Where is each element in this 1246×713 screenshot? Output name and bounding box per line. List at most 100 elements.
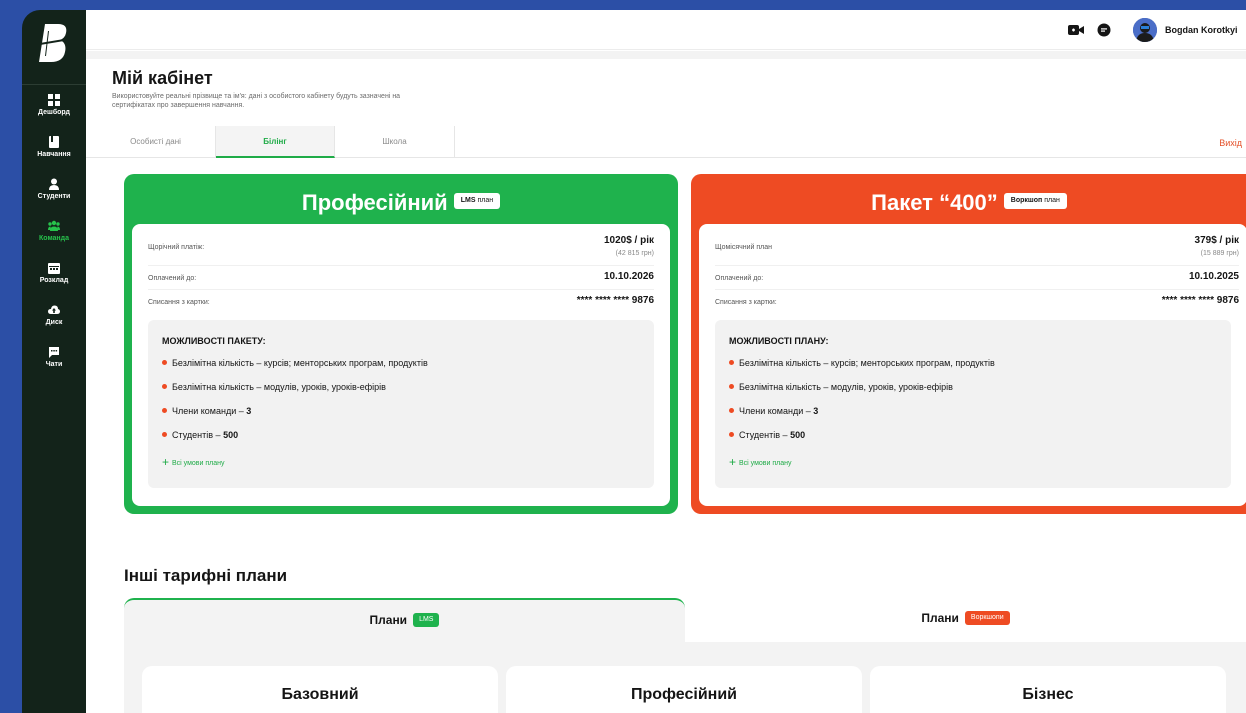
sidebar-item-disk[interactable]: Диск <box>22 304 86 326</box>
sidebar-item-learning[interactable]: Навчання <box>22 136 86 158</box>
tab-workshop-plans[interactable]: Плани Воркшопи <box>685 598 1246 642</box>
page-title: Мій кабінет <box>112 68 213 88</box>
plan-card-business[interactable]: Бізнес <box>870 666 1226 713</box>
sidebar-item-label: Розклад <box>39 277 69 284</box>
plan-badge-bold: Воркшоп <box>1010 197 1043 205</box>
top-bar: Bogdan Korotkyi <box>86 10 1246 50</box>
paid-until-row: Оплачений до: 10.10.2026 <box>148 266 654 290</box>
paid-until-label: Оплачений до: <box>715 275 764 282</box>
message-icon[interactable] <box>1097 23 1111 37</box>
chat-icon <box>49 347 59 358</box>
sidebar-item-label: Диск <box>45 319 63 326</box>
sidebar-item-team[interactable]: Команда <box>22 220 86 242</box>
header-band <box>86 51 1246 59</box>
payment-sub: (42 815 грн) <box>615 250 654 257</box>
tab-lms-plans[interactable]: Плани LMS <box>124 598 685 642</box>
cloud-icon <box>48 305 60 314</box>
sidebar-divider <box>22 84 86 85</box>
tab-billing[interactable]: Білінг <box>216 126 335 158</box>
feature-text: Безлімітна кількість – модулів, уроків, … <box>739 382 953 392</box>
sidebar-item-label: Дешборд <box>38 109 70 116</box>
plans-tab-label: Плани <box>921 611 959 625</box>
link-label: Всі умови плану <box>172 459 225 467</box>
payment-value: 379$ / рік <box>1194 235 1239 246</box>
current-workshop-plan-card: Пакет “400” Воркшоп план Щомісячний план … <box>691 174 1246 514</box>
video-icon[interactable] <box>1068 24 1084 36</box>
sidebar: Дешборд Навчання Студенти Команда Розкла… <box>22 10 86 713</box>
tabs-bar: Особисті дані Білінг Школа <box>86 126 1246 158</box>
plan-card-professional[interactable]: Професійний <box>506 666 862 713</box>
card-value: **** **** **** 9876 <box>576 295 654 306</box>
plan-card-basic[interactable]: Базовний <box>142 666 498 713</box>
logout-link[interactable]: Вихід <box>1219 138 1242 148</box>
plan-body: Щорічний платіж: 1020$ / рік (42 815 грн… <box>132 224 670 506</box>
features-title: МОЖЛИВОСТІ ПЛАНУ: <box>729 336 829 346</box>
plan-title: Професійний <box>301 190 448 215</box>
plan-header: Професійний LMS план <box>132 182 670 224</box>
plan-title: Пакет “400” <box>871 190 998 215</box>
brand-logo[interactable] <box>36 22 72 64</box>
plan-badge-bold: LMS <box>460 197 476 205</box>
payment-label: Щомісячний план <box>715 244 773 251</box>
feature-text: Члени команди – <box>172 406 247 416</box>
paid-until-value: 10.10.2026 <box>603 271 654 282</box>
link-label: Всі умови плану <box>739 459 792 467</box>
lms-badge: LMS <box>413 612 440 627</box>
card-value: **** **** **** 9876 <box>1161 295 1239 306</box>
paid-until-row: Оплачений до: 10.10.2025 <box>715 266 1239 290</box>
sidebar-item-label: Чати <box>45 361 63 368</box>
payment-label: Щорічний платіж: <box>148 244 205 251</box>
bullet-icon <box>162 408 167 414</box>
feature-item: Безлімітна кількість – модулів, уроків, … <box>729 380 1217 404</box>
paid-until-value: 10.10.2025 <box>1188 271 1239 282</box>
feature-value: 500 <box>223 430 239 440</box>
feature-item: Студентів – 500 <box>729 428 1217 452</box>
feature-text: Безлімітна кількість – модулів, уроків, … <box>172 382 386 392</box>
team-icon <box>48 220 60 231</box>
feature-item: Члени команди – 3 <box>729 404 1217 428</box>
bullet-icon <box>729 384 734 390</box>
plus-icon: + <box>162 455 170 469</box>
feature-text: Студентів – <box>739 430 791 440</box>
features-title: МОЖЛИВОСТІ ПАКЕТУ: <box>162 336 266 346</box>
tab-school[interactable]: Школа <box>335 126 455 158</box>
paid-until-label: Оплачений до: <box>148 275 197 282</box>
payment-sub: (15 889 грн) <box>1200 250 1239 257</box>
book-icon <box>49 136 59 148</box>
sidebar-item-students[interactable]: Студенти <box>22 178 86 200</box>
feature-value: 3 <box>246 406 252 416</box>
feature-text: Безлімітна кількість – курсів; менторськ… <box>739 358 995 368</box>
all-plan-terms-link[interactable]: + Всі умови плану <box>162 455 640 470</box>
plan-type-badge: LMS план <box>453 193 501 210</box>
card-label: Списання з картки: <box>148 299 210 306</box>
bullet-icon <box>162 432 167 438</box>
payment-row: Щомісячний план 379$ / рік (15 889 грн) <box>715 224 1239 266</box>
all-plan-terms-link[interactable]: + Всі умови плану <box>729 455 1217 470</box>
dashboard-icon <box>48 94 60 106</box>
feature-item: Безлімітна кількість – курсів; менторськ… <box>162 356 640 380</box>
plan-header: Пакет “400” Воркшоп план <box>699 182 1239 224</box>
workshop-badge: Воркшопи <box>964 610 1010 625</box>
sidebar-item-schedule[interactable]: Розклад <box>22 262 86 284</box>
sidebar-item-chats[interactable]: Чати <box>22 346 86 368</box>
plan-badge-text: план <box>477 197 494 205</box>
feature-item: Безлімітна кількість – курсів; менторськ… <box>729 356 1217 380</box>
avatar[interactable] <box>1133 18 1157 42</box>
other-plans-title: Інші тарифні плани <box>124 566 288 585</box>
main-area: Bogdan Korotkyi Мій кабінет Використовуй… <box>86 10 1246 713</box>
card-row: Списання з картки: **** **** **** 9876 <box>148 290 654 314</box>
bullet-icon <box>729 408 734 414</box>
features-box: МОЖЛИВОСТІ ПАКЕТУ: Безлімітна кількість … <box>148 320 654 488</box>
sidebar-item-dashboard[interactable]: Дешборд <box>22 94 86 116</box>
student-icon <box>49 178 59 190</box>
current-lms-plan-card: Професійний LMS план Щорічний платіж: 102… <box>124 174 678 514</box>
payment-row: Щорічний платіж: 1020$ / рік (42 815 грн… <box>148 224 654 266</box>
tab-personal-data[interactable]: Особисті дані <box>96 126 216 158</box>
bullet-icon <box>162 360 167 366</box>
plans-tab-label: Плани <box>369 613 408 627</box>
user-name[interactable]: Bogdan Korotkyi <box>1165 25 1238 35</box>
payment-value: 1020$ / рік <box>603 235 654 246</box>
plan-body: Щомісячний план 379$ / рік (15 889 грн) … <box>699 224 1246 506</box>
feature-value: 3 <box>813 406 819 416</box>
feature-text: Безлімітна кількість – курсів; менторськ… <box>172 358 428 368</box>
